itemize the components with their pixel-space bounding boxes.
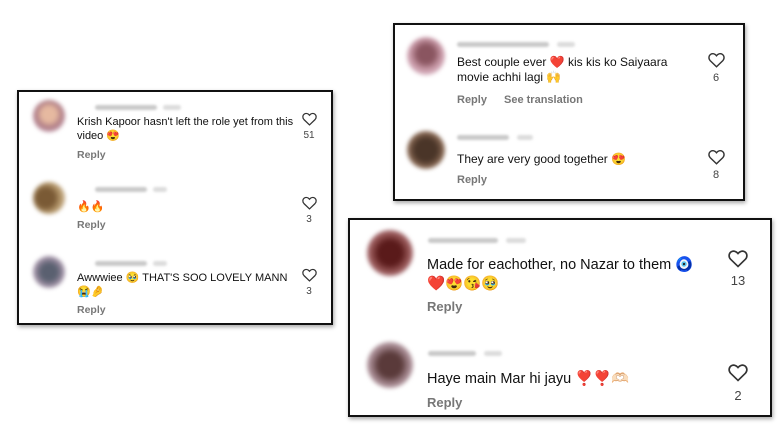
heart-outline-icon[interactable] [728,363,748,382]
comment-item: 🔥🔥 Reply 3 [19,172,331,248]
comment-item: Awwwiee 🥹 THAT'S SOO LOVELY MANN 😭🤌 Repl… [19,248,331,324]
timestamp-blurred [153,187,167,192]
comment-item: Haye main Mar hi jayu ❣️❣️🫶🏻 Reply 2 [350,328,770,416]
heart-outline-icon[interactable] [302,268,317,282]
avatar[interactable] [407,37,445,75]
comments-panel-top-right: Best couple ever ❤️ kis kis ko Saiyaara … [393,23,745,201]
reply-button[interactable]: Reply [77,219,106,231]
reply-button[interactable]: Reply [427,395,462,410]
like-count: 3 [306,286,312,297]
comment-item: Krish Kapoor hasn't left the role yet fr… [19,92,331,172]
avatar[interactable] [33,100,65,132]
timestamp-blurred [557,42,575,47]
like-count: 8 [712,169,720,181]
heart-outline-icon[interactable] [302,196,317,210]
timestamp-blurred [484,351,502,356]
avatar[interactable] [33,182,65,214]
username-blurred[interactable] [428,351,476,356]
avatar[interactable] [367,230,413,276]
heart-outline-icon[interactable] [708,52,725,68]
username-blurred[interactable] [95,105,157,110]
comment-text: Awwwiee 🥹 THAT'S SOO LOVELY MANN 😭🤌 [77,272,288,299]
timestamp-blurred [163,105,181,110]
username-blurred[interactable] [95,187,147,192]
avatar[interactable] [367,342,413,388]
reply-button[interactable]: Reply [457,94,487,106]
username-blurred[interactable] [428,238,498,243]
username-blurred[interactable] [457,42,549,47]
like-count: 6 [712,72,720,84]
like-count: 13 [730,273,746,288]
heart-outline-icon[interactable] [302,112,317,126]
reply-button[interactable]: Reply [77,304,106,316]
heart-outline-icon[interactable] [728,249,748,268]
like-count: 3 [306,214,312,225]
comment-text: 🔥🔥 [77,201,105,213]
username-blurred[interactable] [95,261,147,266]
comment-text: Krish Kapoor hasn't left the role yet fr… [77,116,294,143]
comment-item: Made for eachother, no Nazar to them 🧿❤️… [350,220,770,328]
like-count: 51 [303,130,315,141]
timestamp-blurred [517,135,533,140]
comments-panel-bottom-right: Made for eachother, no Nazar to them 🧿❤️… [348,218,772,417]
comment-text: Best couple ever ❤️ kis kis ko Saiyaara … [457,55,668,85]
comment-text: Made for eachother, no Nazar to them 🧿❤️… [427,257,694,292]
username-blurred[interactable] [457,135,509,140]
see-translation-link[interactable]: See translation [504,94,583,106]
avatar[interactable] [33,256,65,288]
reply-button[interactable]: Reply [457,174,487,186]
comment-text: They are very good together 😍 [457,152,627,166]
timestamp-blurred [506,238,526,243]
comment-item: Best couple ever ❤️ kis kis ko Saiyaara … [395,25,743,117]
comments-panel-left: Krish Kapoor hasn't left the role yet fr… [17,90,333,325]
reply-button[interactable]: Reply [77,149,106,161]
reply-button[interactable]: Reply [427,299,462,314]
avatar[interactable] [407,131,445,169]
comment-item: They are very good together 😍 Reply 8 [395,117,743,201]
like-count: 2 [734,388,742,403]
heart-outline-icon[interactable] [708,149,725,165]
timestamp-blurred [153,261,167,266]
comment-text: Haye main Mar hi jayu ❣️❣️🫶🏻 [427,371,630,387]
